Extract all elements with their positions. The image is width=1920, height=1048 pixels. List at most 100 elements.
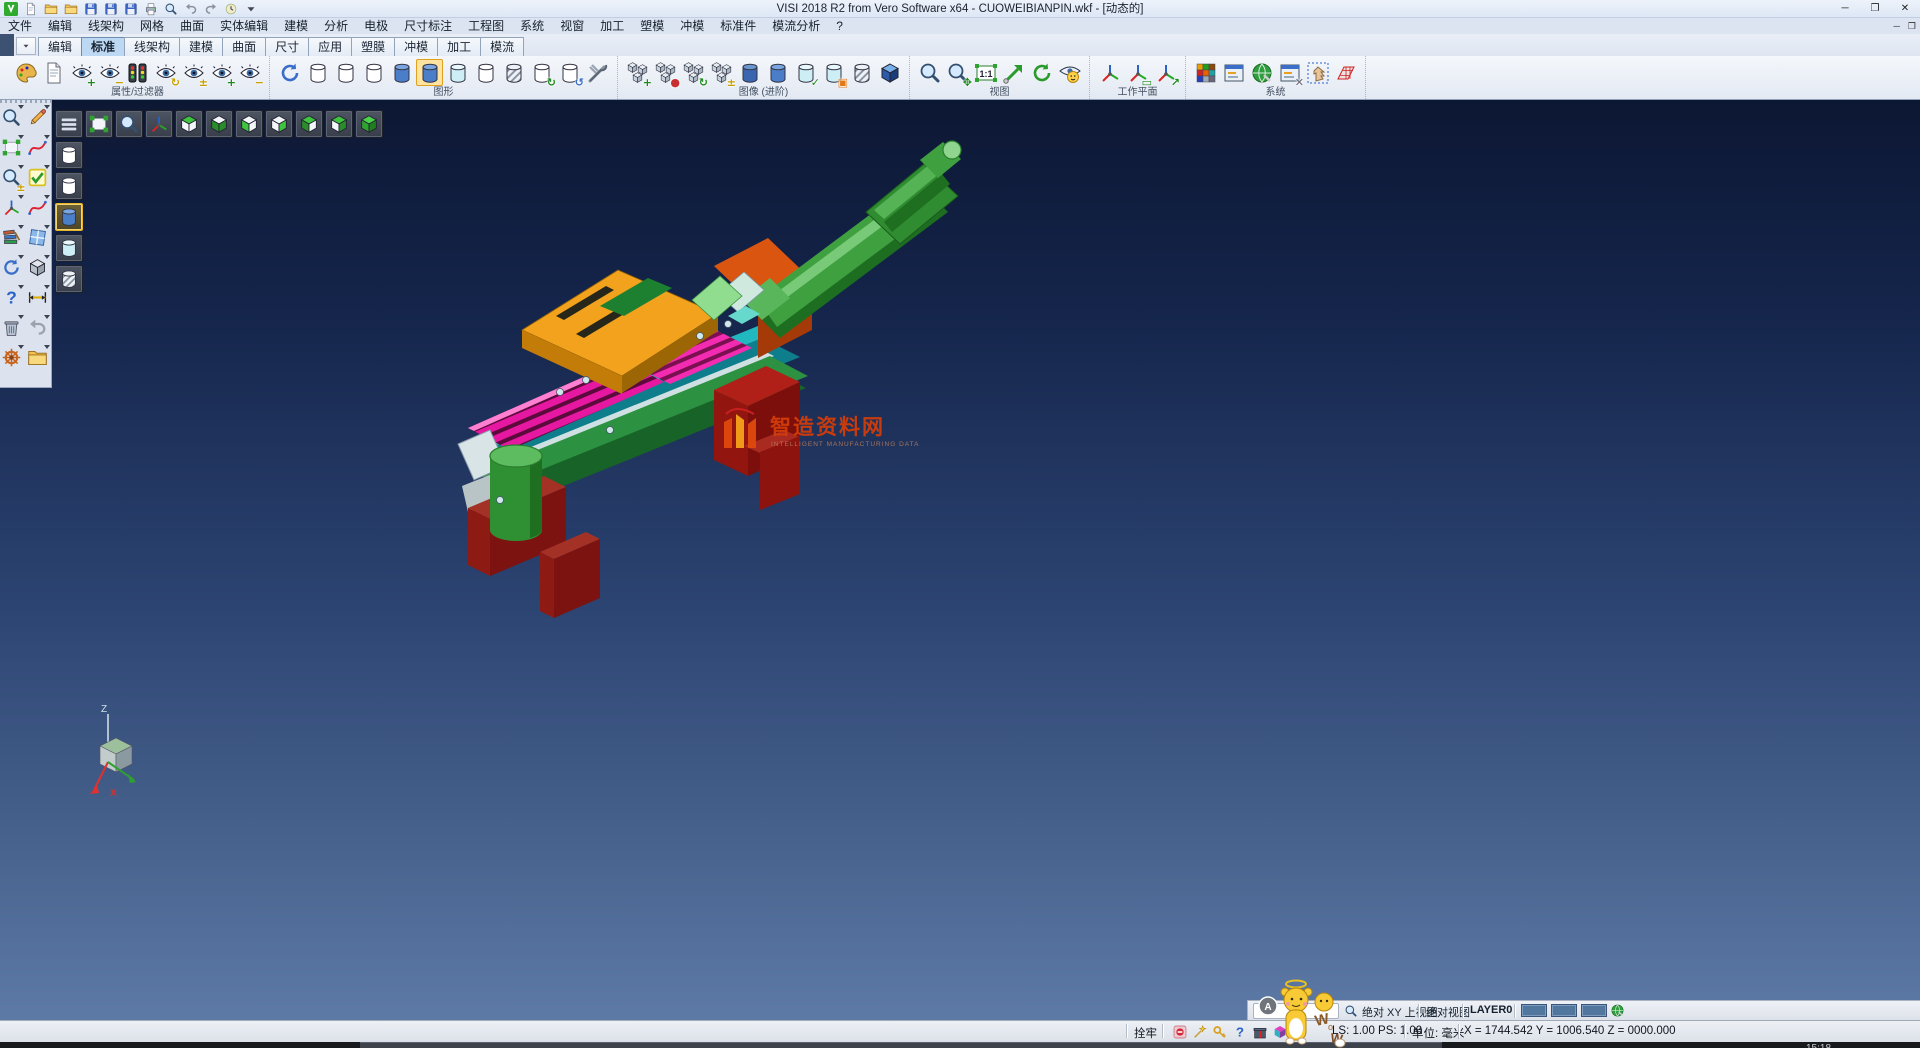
delete-entities-button[interactable] bbox=[0, 315, 24, 340]
render-transparent-button[interactable] bbox=[55, 234, 83, 262]
menu-help[interactable]: ? bbox=[828, 18, 851, 34]
tab-standard[interactable]: 标准 bbox=[81, 37, 125, 56]
tab-dimension[interactable]: 尺寸 bbox=[265, 37, 309, 56]
tab-surface[interactable]: 曲面 bbox=[222, 37, 266, 56]
view-top-button[interactable] bbox=[175, 110, 203, 138]
shade-capture-button[interactable]: ▣ bbox=[820, 59, 847, 86]
menu-mesh[interactable]: 网格 bbox=[132, 18, 172, 34]
axonometric-axes-button[interactable] bbox=[145, 110, 173, 138]
render-hidden-line-button[interactable] bbox=[55, 172, 83, 200]
active-layer-label[interactable]: LAYER0 bbox=[1470, 1004, 1512, 1016]
view-left-button[interactable] bbox=[295, 110, 323, 138]
system-layout-button[interactable]: ✕ bbox=[1276, 59, 1303, 86]
display-hidden-line-button[interactable] bbox=[332, 59, 359, 86]
shade-dynamic-button[interactable] bbox=[736, 59, 763, 86]
display-shaded-wire-button[interactable] bbox=[388, 59, 415, 86]
menu-standard-parts[interactable]: 标准件 bbox=[712, 18, 764, 34]
view-front-button[interactable] bbox=[235, 110, 263, 138]
tab-moldflow[interactable]: 模流 bbox=[480, 37, 524, 56]
menu-system[interactable]: 系统 bbox=[512, 18, 552, 34]
measure-distance-button[interactable] bbox=[26, 285, 50, 310]
menu-solid-edit[interactable]: 实体编辑 bbox=[212, 18, 276, 34]
zoom-1-1-button[interactable] bbox=[972, 59, 999, 86]
lock-toggle[interactable]: 拴牢 bbox=[1134, 1025, 1157, 1041]
menu-file[interactable]: 文件 bbox=[0, 18, 40, 34]
visibility-filters-button[interactable] bbox=[124, 59, 151, 86]
display-wireframe-button[interactable] bbox=[304, 59, 331, 86]
menu-modeling[interactable]: 建模 bbox=[276, 18, 316, 34]
hide-entities-button[interactable]: − bbox=[96, 59, 123, 86]
display-transparent-button[interactable] bbox=[444, 59, 471, 86]
show-all-button[interactable]: + bbox=[208, 59, 235, 86]
display-shaded-button[interactable] bbox=[416, 59, 443, 86]
child-restore-button[interactable]: ❐ bbox=[1908, 18, 1916, 34]
view-bottom-button[interactable] bbox=[205, 110, 233, 138]
tab-application[interactable]: 应用 bbox=[308, 37, 352, 56]
attribute-report-button[interactable] bbox=[40, 59, 67, 86]
menu-mold[interactable]: 塑模 bbox=[632, 18, 672, 34]
shade-verify-button[interactable]: ✓ bbox=[792, 59, 819, 86]
notes-red-icon[interactable] bbox=[1172, 1024, 1188, 1040]
show-entities-button[interactable]: + bbox=[68, 59, 95, 86]
solid-cube-button[interactable] bbox=[26, 255, 50, 280]
select-box-button[interactable] bbox=[85, 110, 113, 138]
navigation-wheel-button[interactable] bbox=[0, 345, 24, 370]
color-swatch[interactable] bbox=[1551, 1004, 1577, 1017]
viewport-3d-model[interactable]: 智造资料网 INTELLIGENT MANUFACTURING DATA Z X bbox=[0, 100, 1920, 1020]
toggle-visibility-button[interactable]: ± bbox=[180, 59, 207, 86]
menu-dimension[interactable]: 尺寸标注 bbox=[396, 18, 460, 34]
windows-taskbar[interactable]: 15:18 bbox=[0, 1042, 1920, 1048]
menu-die[interactable]: 冲模 bbox=[672, 18, 712, 34]
workplane-move-button[interactable]: ↗ bbox=[1152, 59, 1179, 86]
color-swatch[interactable] bbox=[1581, 1004, 1607, 1017]
view-back-button[interactable] bbox=[265, 110, 293, 138]
sketch-curve-button[interactable] bbox=[26, 135, 50, 160]
edit-entities-button[interactable] bbox=[26, 105, 50, 130]
adv-regenerate-button[interactable]: ↻ bbox=[680, 59, 707, 86]
tab-mold[interactable]: 塑膜 bbox=[351, 37, 395, 56]
system-grid-button[interactable] bbox=[1332, 59, 1359, 86]
hide-all-button[interactable]: − bbox=[236, 59, 263, 86]
workplane-create-button[interactable] bbox=[1096, 59, 1123, 86]
menu-window[interactable]: 视窗 bbox=[552, 18, 592, 34]
rotate-view-button[interactable] bbox=[1028, 59, 1055, 86]
zoom-options-button[interactable]: ± bbox=[0, 165, 24, 190]
license-key-icon[interactable] bbox=[1212, 1024, 1228, 1040]
tab-edit[interactable]: 编辑 bbox=[38, 37, 82, 56]
adv-add-entities-button[interactable]: + bbox=[624, 59, 651, 86]
menu-analysis[interactable]: 分析 bbox=[316, 18, 356, 34]
view-right-button[interactable] bbox=[325, 110, 353, 138]
validate-button[interactable] bbox=[26, 165, 50, 190]
system-window-button[interactable] bbox=[1220, 59, 1247, 86]
menu-wireframe[interactable]: 线架构 bbox=[80, 18, 132, 34]
view-reference-label[interactable]: 绝对视图 bbox=[1426, 1004, 1470, 1020]
system-colors-button[interactable] bbox=[1192, 59, 1219, 86]
menu-surface[interactable]: 曲面 bbox=[172, 18, 212, 34]
zoom-dynamic-button[interactable]: ✥ bbox=[944, 59, 971, 86]
system-settings-button[interactable] bbox=[1248, 59, 1275, 86]
display-dashed-button[interactable] bbox=[360, 59, 387, 86]
adv-toggle-button[interactable]: ± bbox=[708, 59, 735, 86]
model-assembly[interactable] bbox=[458, 141, 961, 618]
grid-plane-button[interactable] bbox=[26, 225, 50, 250]
color-swatch[interactable] bbox=[1521, 1004, 1547, 1017]
zoom-window-button[interactable] bbox=[916, 59, 943, 86]
view-menu-button[interactable] bbox=[55, 110, 83, 138]
workplane-align-button[interactable]: ▭ bbox=[1124, 59, 1151, 86]
regenerate-shading-button[interactable]: ↻ bbox=[528, 59, 555, 86]
curve-edit-button[interactable] bbox=[26, 195, 50, 220]
refresh-visibility-button[interactable]: ↻ bbox=[152, 59, 179, 86]
file-browser-button[interactable] bbox=[26, 345, 50, 370]
menu-edit[interactable]: 编辑 bbox=[40, 18, 80, 34]
zoom-selected-button[interactable] bbox=[1000, 59, 1027, 86]
zoom-view-button[interactable] bbox=[115, 110, 143, 138]
selection-box-button[interactable] bbox=[0, 135, 24, 160]
attributes-layers-button[interactable] bbox=[0, 225, 24, 250]
modify-attributes-button[interactable] bbox=[12, 59, 39, 86]
render-hatched-button[interactable] bbox=[55, 265, 83, 293]
render-shaded-button[interactable] bbox=[55, 203, 83, 231]
display-hatched-button[interactable] bbox=[500, 59, 527, 86]
tab-machining[interactable]: 加工 bbox=[437, 37, 481, 56]
adv-filter-lights-button[interactable]: ● bbox=[652, 59, 679, 86]
system-select-button[interactable] bbox=[1304, 59, 1331, 86]
